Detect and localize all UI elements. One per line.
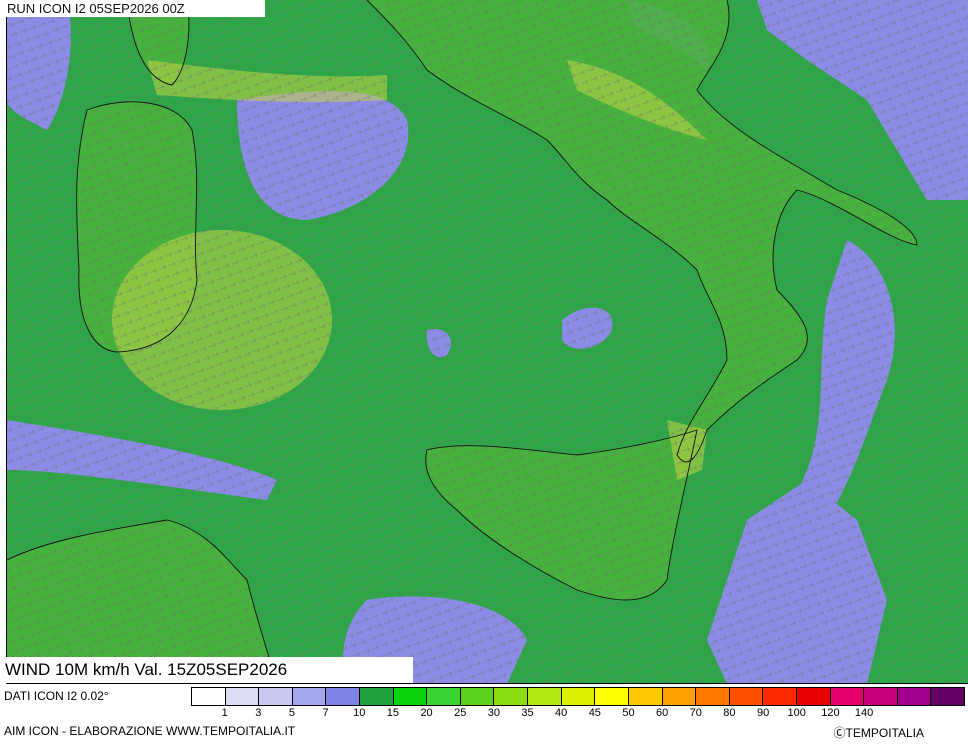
legend-tick: 3 [255,707,262,719]
legend-swatch [460,688,495,705]
wind-map [6,0,968,684]
legend-tick: 35 [521,707,534,719]
legend-swatch [561,688,596,705]
map-title: WIND 10M km/h Val. 15Z05SEP2026 [0,657,413,683]
legend-tick: 90 [756,707,770,719]
legend-swatch [292,688,327,705]
wind-arrow-field [7,0,968,683]
legend-swatch [528,688,562,705]
legend-swatch [931,688,965,705]
legend-swatch [494,688,529,705]
legend-tick: 80 [723,707,736,719]
footer-credit: AIM ICON - ELABORAZIONE WWW.TEMPOITALIA.… [4,724,296,738]
legend-tick: 60 [656,707,669,719]
color-scale-legend [191,687,965,706]
legend-tick: 15 [386,707,400,719]
legend-tick: 1 [221,707,228,719]
legend-tick: 120 [821,707,840,719]
legend-swatch [326,688,361,705]
legend-tick: 140 [854,707,874,719]
legend-swatch [427,688,461,705]
legend-tick: 100 [787,707,806,719]
legend-swatch [696,688,730,705]
legend-swatch [360,688,394,705]
legend-tick: 50 [622,707,635,719]
legend-swatch [628,688,663,705]
legend-swatch [864,688,898,705]
copyright-label: ⒸTEMPOITALIA [833,726,924,740]
legend-swatch [729,688,764,705]
legend-swatch [225,688,260,705]
legend-tick: 5 [288,707,296,719]
legend-tick: 45 [588,707,601,719]
legend-swatch [830,688,865,705]
legend-tick: 40 [555,707,568,719]
legend-swatch [192,688,226,705]
wind-map-canvas [7,0,968,683]
legend-tick: 10 [353,707,366,719]
source-label: DATI ICON I2 0.02° [4,689,109,703]
legend-swatch [393,688,428,705]
legend-swatch [763,688,797,705]
legend-swatch [595,688,629,705]
legend-tick: 30 [487,707,500,719]
legend-tick: 25 [454,707,467,719]
legend-swatch [796,688,831,705]
legend-swatch [662,688,697,705]
legend-tick-labels: 1 3 5 7 10 15 20 25 30 35 40 45 50 60 70 80 90 100 120 140 [191,707,965,721]
run-label: RUN ICON I2 05SEP2026 00Z [6,0,265,17]
legend-tick: 20 [420,707,433,719]
legend-tick: 70 [689,707,702,719]
legend-tick: 7 [322,707,329,719]
legend-swatch [259,688,293,705]
legend-swatch [897,688,932,705]
